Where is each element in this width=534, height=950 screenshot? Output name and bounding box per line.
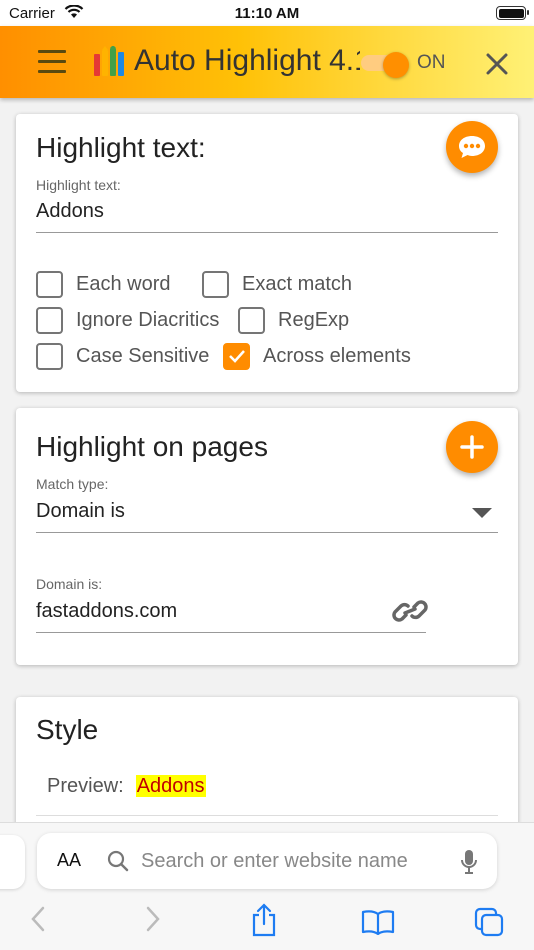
highlight-text-card: Highlight text: Highlight text: Addons E… xyxy=(16,114,518,392)
battery-icon xyxy=(496,6,529,20)
back-icon[interactable] xyxy=(30,906,46,932)
highlight-text-label: Highlight text: xyxy=(36,177,121,193)
match-type-label: Match type: xyxy=(36,476,109,492)
previous-tab-pill[interactable] xyxy=(0,835,25,889)
option-label: Exact match xyxy=(242,272,353,295)
option-label: Ignore Diacritics xyxy=(76,308,220,331)
address-bar[interactable]: AA Search or enter website name xyxy=(37,833,497,889)
dropdown-arrow-icon[interactable] xyxy=(472,508,492,518)
search-icon xyxy=(107,850,129,872)
input-underline xyxy=(36,232,498,233)
option-ignore-diacritics[interactable]: Ignore Diacritics xyxy=(36,306,219,334)
option-label: Case Sensitive xyxy=(76,344,210,367)
option-regexp[interactable]: RegExp xyxy=(238,306,349,334)
option-label: Across elements xyxy=(263,344,411,367)
checkbox[interactable] xyxy=(202,270,229,298)
toggle-label: ON xyxy=(417,52,446,73)
checkbox[interactable] xyxy=(36,306,63,334)
divider xyxy=(36,815,498,816)
checkbox-checked[interactable] xyxy=(223,342,250,370)
option-across-elements[interactable]: Across elements xyxy=(223,342,411,370)
tabs-icon[interactable] xyxy=(474,907,504,937)
add-rule-button[interactable] xyxy=(446,421,498,473)
plus-icon xyxy=(460,435,484,459)
enable-toggle[interactable] xyxy=(361,52,411,78)
checkmark-icon xyxy=(228,350,245,363)
browser-toolbar: AA Search or enter website name xyxy=(0,822,534,950)
checkbox[interactable] xyxy=(36,342,63,370)
option-exact-match[interactable]: Exact match xyxy=(202,270,352,298)
card-title: Highlight on pages xyxy=(36,431,268,462)
text-size-button[interactable]: AA xyxy=(57,850,81,871)
microphone-icon[interactable] xyxy=(460,849,478,875)
option-label: Each word xyxy=(76,272,171,295)
app-title: Auto Highlight 4.1 xyxy=(134,44,360,77)
search-input[interactable]: Search or enter website name xyxy=(141,850,408,873)
bookmarks-icon[interactable] xyxy=(361,909,395,935)
comment-icon xyxy=(459,136,485,158)
app-header: Auto Highlight 4.1 ON xyxy=(0,26,534,98)
match-type-select[interactable]: Domain is xyxy=(36,500,125,523)
forward-icon[interactable] xyxy=(145,906,161,932)
highlight-text-input[interactable]: Addons xyxy=(36,200,104,223)
share-icon[interactable] xyxy=(251,903,277,937)
domain-underline xyxy=(36,632,426,633)
select-underline xyxy=(36,532,498,533)
card-title: Highlight text: xyxy=(36,132,206,163)
option-label: RegExp xyxy=(278,308,350,331)
preview-highlight-sample: Addons xyxy=(135,775,206,797)
domain-input[interactable]: fastaddons.com xyxy=(36,600,177,623)
card-title: Style xyxy=(36,714,99,745)
option-each-word[interactable]: Each word xyxy=(36,270,171,298)
clock: 11:10 AM xyxy=(234,5,300,22)
menu-icon[interactable] xyxy=(38,50,66,74)
domain-label: Domain is: xyxy=(36,576,103,592)
preview-label: Preview: xyxy=(47,775,124,797)
close-icon[interactable] xyxy=(485,52,509,76)
style-card: Style Preview: Addons xyxy=(16,697,518,837)
comment-button[interactable] xyxy=(446,121,498,173)
checkbox[interactable] xyxy=(238,306,265,334)
highlight-pages-card: Highlight on pages Match type: Domain is… xyxy=(16,408,518,665)
checkbox[interactable] xyxy=(36,270,63,298)
app-logo-icon xyxy=(94,46,124,76)
link-icon[interactable] xyxy=(392,596,428,626)
status-bar: Carrier 11:10 AM xyxy=(0,0,534,26)
option-case-sensitive[interactable]: Case Sensitive xyxy=(36,342,209,370)
style-preview: Preview: Addons xyxy=(47,775,206,798)
